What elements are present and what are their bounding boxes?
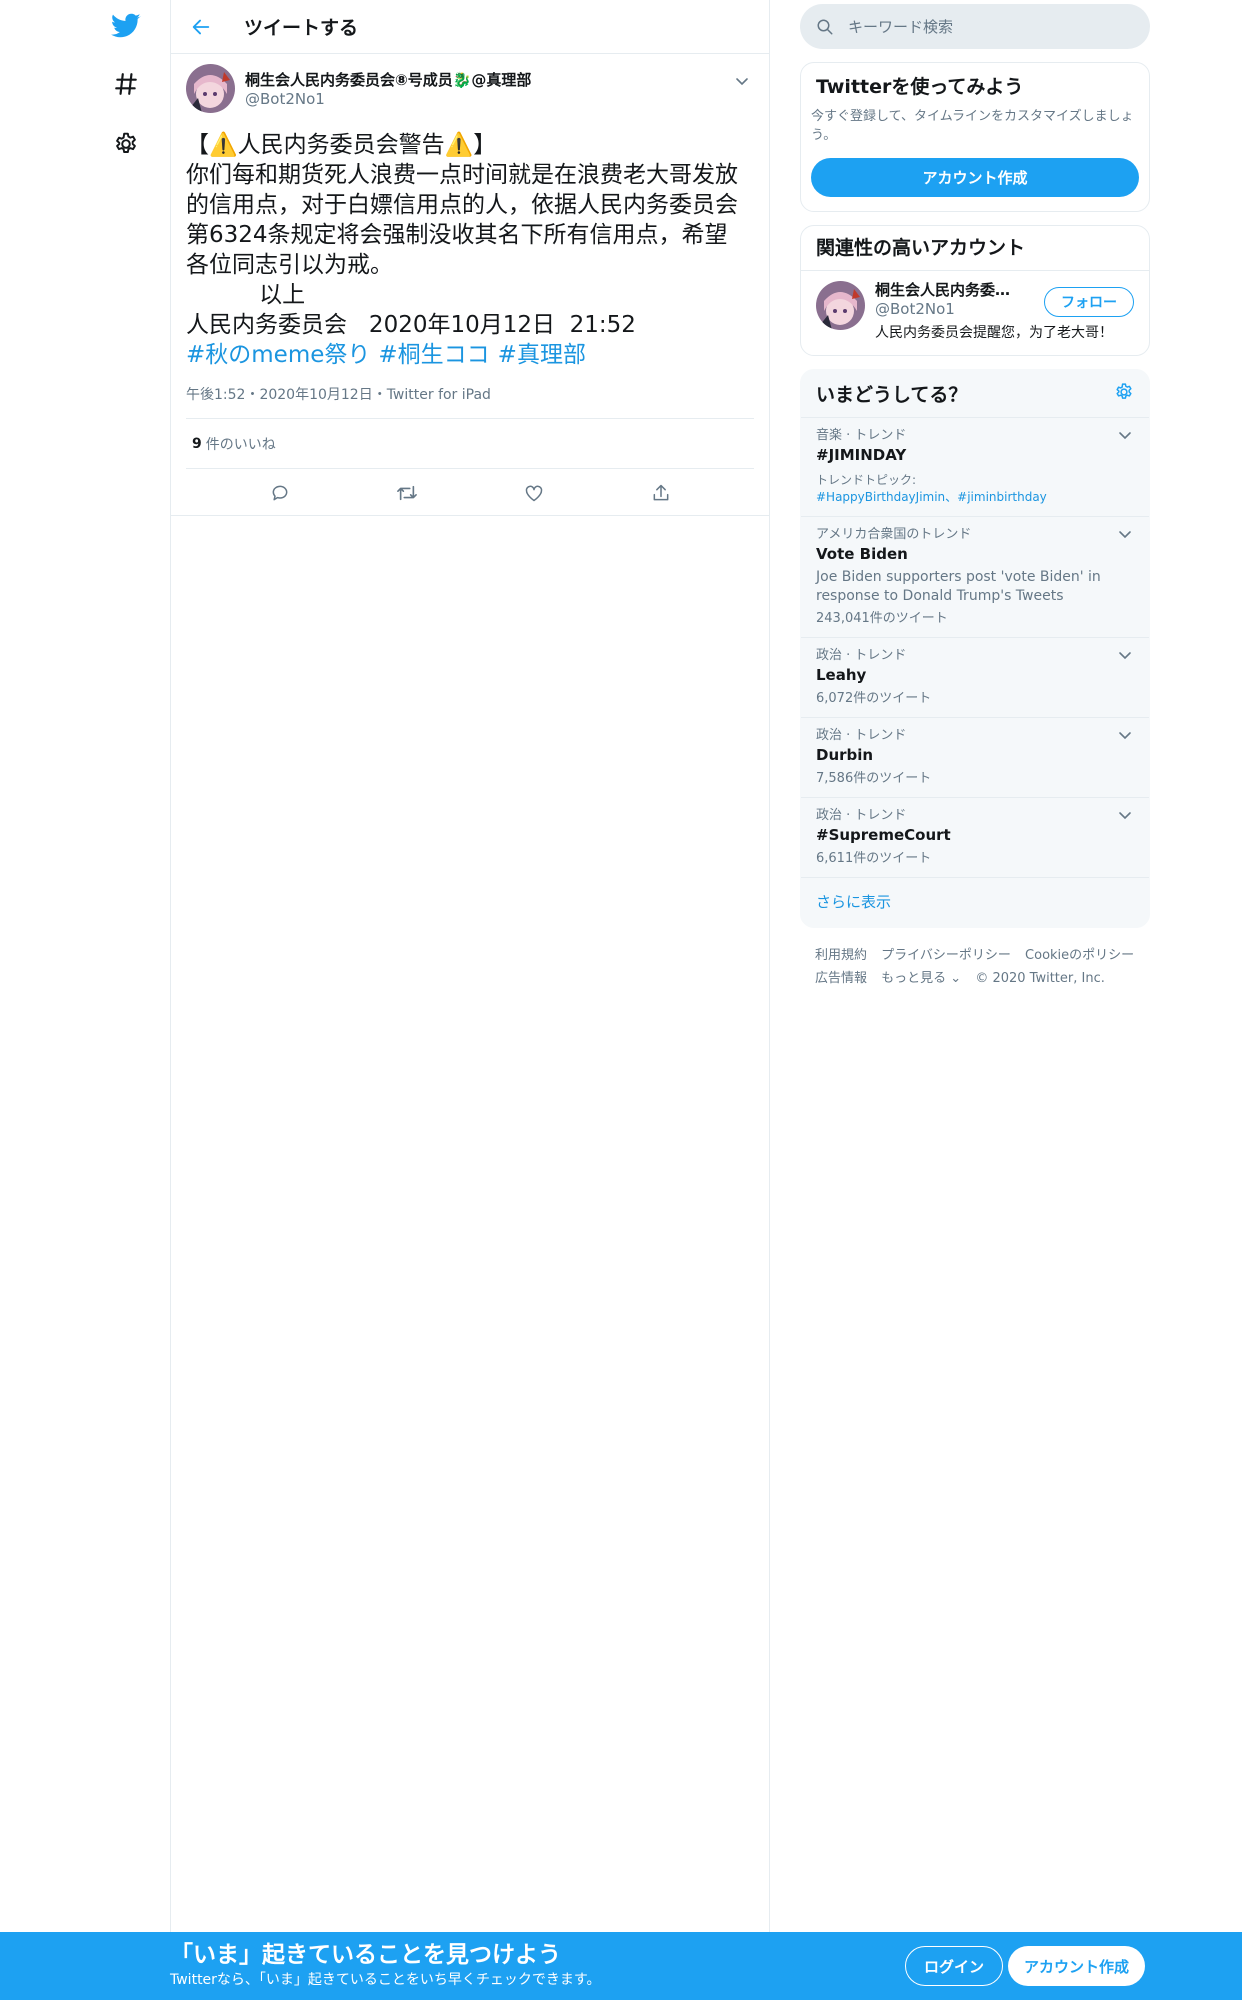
footer-link-terms[interactable]: 利用規約 — [815, 948, 867, 963]
trend-item[interactable]: 政治 · トレンド Durbin 7,586件のツイート — [801, 718, 1149, 798]
show-more-link[interactable]: さらに表示 — [801, 878, 1149, 927]
hashtag-link[interactable]: #桐生ココ — [378, 342, 489, 368]
hashtag-link[interactable]: #秋のmeme祭り — [186, 342, 370, 368]
footer-copyright: © 2020 Twitter, Inc. — [975, 971, 1105, 986]
author-handle[interactable]: @Bot2No1 — [245, 90, 531, 108]
footer-link-more[interactable]: もっと見る ⌄ — [881, 971, 961, 986]
tweet-text: 【⚠️人民内务委员会警告⚠️】 你们每和期货死人浪费一点时间就是在浪费老大哥发放… — [186, 132, 738, 338]
bottom-bar-subtitle: Twitterなら、「いま」起きていることをいち早くチェックできます。 — [170, 1972, 601, 1988]
search-input[interactable]: キーワード検索 — [800, 4, 1150, 49]
related-accounts-card: 関連性の高いアカウント 桐生会人民内务委员... @Bot2No1 人民内务委员… — [800, 225, 1150, 356]
login-button[interactable]: ログイン — [905, 1946, 1004, 1986]
twitter-logo-icon[interactable] — [108, 8, 144, 44]
trend-item[interactable]: 政治 · トレンド #SupremeCourt 6,611件のツイート — [801, 798, 1149, 878]
create-account-button[interactable]: アカウント作成 — [811, 158, 1139, 197]
main-column: ツイートする 桐生会人民内务委员会⑧号成员🐉@真理部 @Bot2No1 【⚠️人… — [170, 0, 770, 1932]
back-arrow-icon[interactable] — [186, 12, 216, 42]
trend-context: 音楽 · トレンド — [816, 428, 907, 443]
tweet-actions — [186, 469, 754, 517]
reply-icon[interactable] — [263, 476, 297, 510]
search-icon — [817, 19, 833, 34]
trends-title: いまどうしてる？ — [816, 384, 968, 406]
likes-count: 9 — [192, 435, 202, 452]
related-title: 関連性の高いアカウント — [801, 226, 1149, 271]
tweet: 桐生会人民内务委员会⑧号成员🐉@真理部 @Bot2No1 【⚠️人民内务委员会警… — [171, 54, 769, 517]
like-heart-icon[interactable] — [517, 476, 551, 510]
trend-item[interactable]: 音楽 · トレンド #JIMINDAY トレンドトピック: #HappyBirt… — [801, 418, 1149, 517]
author-name[interactable]: 桐生会人民内务委员会⑧号成员🐉@真理部 — [245, 70, 531, 90]
bottom-signup-bar: 「いま」起きていることを見つけよう Twitterなら、「いま」起きていることを… — [0, 1932, 1242, 2000]
footer-link-privacy[interactable]: プライバシーポリシー — [881, 948, 1011, 963]
tweet-header: 桐生会人民内务委员会⑧号成员🐉@真理部 @Bot2No1 — [186, 64, 754, 120]
chevron-down-icon[interactable] — [1115, 726, 1135, 746]
footer: 利用規約 プライバシーポリシー Cookieのポリシー 広告情報 もっと見る ⌄… — [800, 944, 1150, 990]
author-avatar[interactable] — [186, 64, 235, 113]
trend-name[interactable]: #JIMINDAY — [816, 444, 1134, 466]
related-name[interactable]: 桐生会人民内务委员... — [875, 281, 1025, 300]
tweet-timestamp[interactable]: 午後1:52・2020年10月12日・Twitter for iPad — [186, 384, 754, 419]
trends-header: いまどうしてる？ — [801, 370, 1149, 418]
trend-context: 政治 · トレンド — [816, 728, 907, 743]
left-nav — [0, 0, 170, 2000]
related-user[interactable]: 桐生会人民内务委员... @Bot2No1 人民内务委员会提醒您，为了老大哥！ … — [801, 271, 1149, 355]
main-header: ツイートする — [171, 0, 769, 54]
right-sidebar: キーワード検索 Twitterを使ってみよう 今すぐ登録して、タイムラインをカス… — [800, 0, 1150, 990]
chevron-down-icon[interactable] — [1115, 426, 1135, 446]
hashtag-link[interactable]: #真理部 — [498, 342, 586, 368]
trend-context: 政治 · トレンド — [816, 808, 907, 823]
chevron-down-icon[interactable] — [1115, 806, 1135, 826]
trend-name[interactable]: Vote Biden — [816, 543, 1134, 565]
trend-context: 政治 · トレンド — [816, 648, 907, 663]
trend-tweet-count: 7,586件のツイート — [816, 771, 932, 786]
trend-tweet-count: 6,072件のツイート — [816, 691, 932, 706]
trend-tweet-count: 6,611件のツイート — [816, 851, 932, 866]
likes-label: 件のいいね — [205, 436, 276, 453]
chevron-down-icon[interactable] — [1115, 646, 1135, 666]
search-placeholder: キーワード検索 — [848, 18, 954, 36]
share-icon[interactable] — [644, 476, 678, 510]
tweet-hashtags: #秋のmeme祭り #桐生ココ #真理部 — [186, 340, 754, 370]
signup-card: Twitterを使ってみよう 今すぐ登録して、タイムラインをカスタマイズしましょ… — [800, 62, 1150, 212]
related-bio: 人民内务委员会提醒您，为了老大哥！ — [875, 325, 1113, 341]
follow-button[interactable]: フォロー — [1044, 287, 1134, 317]
settings-gear-icon[interactable] — [108, 126, 144, 162]
trend-name[interactable]: Leahy — [816, 664, 1134, 686]
bottom-bar-title: 「いま」起きていることを見つけよう — [170, 1942, 561, 1968]
tweet-menu-chevron-icon[interactable] — [730, 70, 754, 94]
related-avatar[interactable] — [816, 281, 865, 330]
trend-context: アメリカ合衆国のトレンド — [816, 527, 972, 542]
trend-topic-label: トレンドトピック: — [816, 473, 917, 487]
trends-card: いまどうしてる？ 音楽 · トレンド #JIMINDAY トレンドトピック: #… — [800, 369, 1150, 928]
signup-title: Twitterを使ってみよう — [816, 76, 1024, 98]
trend-tweet-count: 243,041件のツイート — [816, 611, 948, 626]
footer-link-ads[interactable]: 広告情報 — [815, 971, 867, 986]
trend-topic-links[interactable]: #HappyBirthdayJimin、#jiminbirthday — [816, 488, 1134, 506]
trend-item[interactable]: アメリカ合衆国のトレンド Vote Biden Joe Biden suppor… — [801, 517, 1149, 638]
explore-hashtag-icon[interactable] — [108, 66, 144, 102]
footer-link-cookie[interactable]: Cookieのポリシー — [1025, 948, 1134, 963]
chevron-down-icon[interactable] — [1115, 525, 1135, 545]
trends-settings-gear-icon[interactable] — [1114, 382, 1134, 406]
trend-description: Joe Biden supporters post 'vote Biden' i… — [816, 569, 1101, 604]
trend-name[interactable]: #SupremeCourt — [816, 824, 1134, 846]
divider — [171, 515, 769, 516]
likes-count-row[interactable]: 9 件のいいね — [186, 419, 754, 469]
trend-name[interactable]: Durbin — [816, 744, 1134, 766]
trend-item[interactable]: 政治 · トレンド Leahy 6,072件のツイート — [801, 638, 1149, 718]
page-title: ツイートする — [244, 17, 359, 39]
signup-button[interactable]: アカウント作成 — [1008, 1946, 1146, 1986]
retweet-icon[interactable] — [390, 476, 424, 510]
signup-description: 今すぐ登録して、タイムラインをカスタマイズしましょう。 — [811, 109, 1134, 143]
